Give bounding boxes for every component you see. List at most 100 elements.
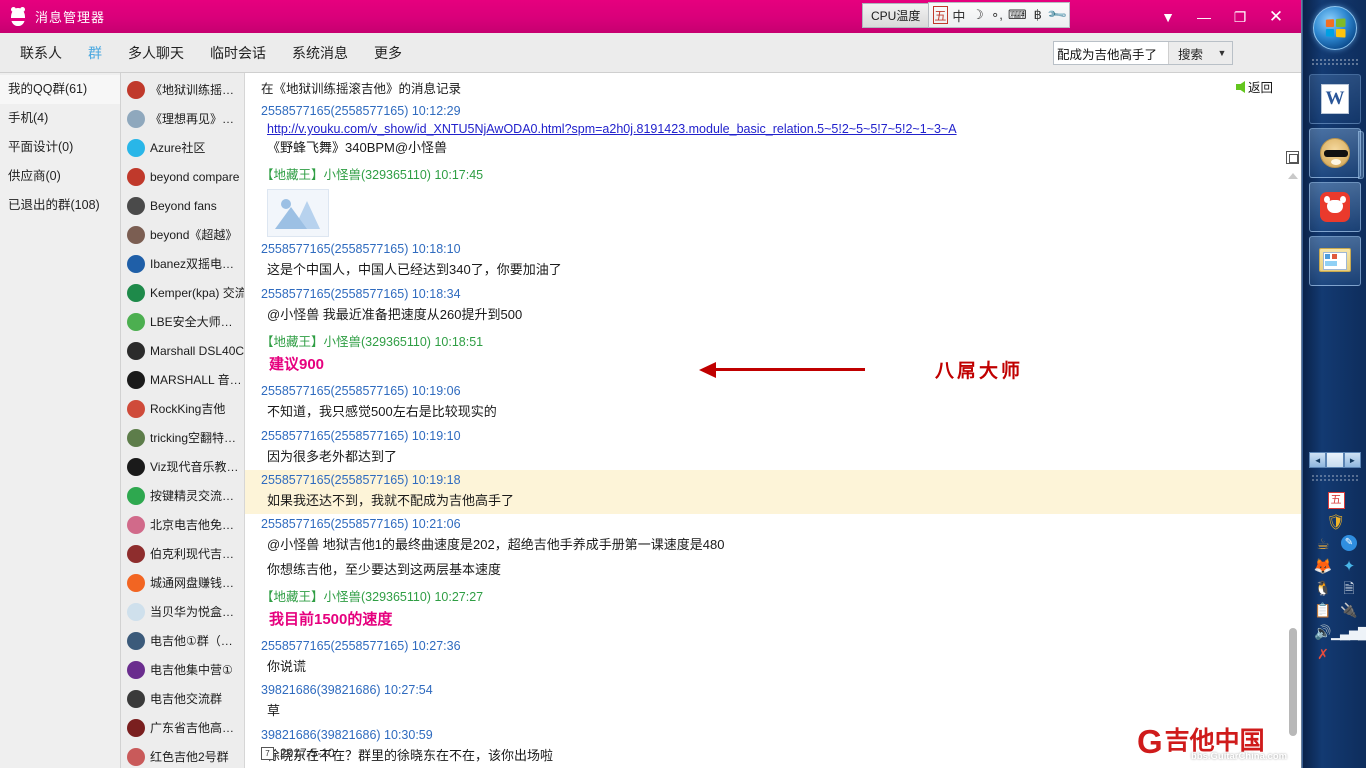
ime-halfwidth-icon[interactable]: ☽ — [970, 5, 986, 25]
tray-pen-icon[interactable]: ✎ — [1341, 535, 1357, 551]
folder-icon — [1319, 248, 1351, 274]
message-sender: 2558577165(2558577165) — [261, 639, 409, 653]
tray-shield-icon[interactable]: 🛡 — [1326, 513, 1345, 531]
group-avatar-icon — [127, 515, 145, 534]
group-list-item[interactable]: LBE安全大师… — [121, 307, 244, 336]
restore-button[interactable]: ❐ — [1227, 6, 1253, 28]
tray-fox-icon[interactable]: 🦊 — [1314, 557, 1333, 575]
minimize-button[interactable]: — — [1191, 6, 1217, 28]
tray-clipboard-icon[interactable]: 📋 — [1314, 601, 1332, 619]
message-sender-time: 【地藏王】小怪兽(329365110) 10:17:45 — [245, 161, 1301, 185]
message-time: 10:19:18 — [411, 472, 461, 487]
message-sender-time: 2558577165(2558577165) 10:27:36 — [245, 636, 1301, 655]
message-list[interactable]: 2558577165(2558577165) 10:12:29 http://v.… — [245, 101, 1301, 768]
taskbar-red-app[interactable] — [1309, 182, 1361, 232]
category-item-1[interactable]: 手机(4) — [0, 104, 120, 133]
group-list-item[interactable]: RockKing吉他 — [121, 394, 244, 423]
taskbar-doge-app[interactable] — [1309, 128, 1364, 179]
close-button[interactable]: ✕ — [1263, 6, 1289, 28]
tray-nav-right[interactable]: ► — [1343, 452, 1361, 468]
tab-5[interactable]: 更多 — [374, 43, 402, 63]
group-list-item[interactable]: tricking空翻特… — [121, 423, 244, 452]
ime-punctuation-icon[interactable]: ∘, — [989, 5, 1005, 25]
group-list-item[interactable]: Kemper(kpa) 交流 — [121, 278, 244, 307]
taskbar-explorer[interactable] — [1309, 236, 1361, 286]
group-list-item[interactable]: Viz现代音乐教… — [121, 452, 244, 481]
window-menu-dropdown[interactable]: ▼ — [1155, 6, 1181, 28]
group-list-item[interactable]: 电吉他集中营① — [121, 655, 244, 684]
tab-1[interactable]: 群 — [88, 43, 102, 63]
tray-ime-icon[interactable]: 五 — [1327, 492, 1345, 509]
group-list-item[interactable]: 城通网盘赚钱… — [121, 568, 244, 597]
tray-overflow-nav[interactable]: ◄ ► — [1309, 452, 1361, 468]
tray-cup-icon[interactable]: ☕ — [1314, 535, 1332, 553]
group-list-item[interactable]: beyond《超越》 — [121, 220, 244, 249]
tray-document-icon[interactable]: 🗎 — [1340, 579, 1358, 597]
category-item-3[interactable]: 供应商(0) — [0, 162, 120, 191]
message-time: 10:21:06 — [411, 517, 461, 532]
message-sender: 39821686(39821686) — [261, 683, 381, 698]
message-sender-time: 2558577165(2558577165) 10:18:10 — [245, 239, 1301, 258]
group-list-item[interactable]: Ibanez双摇电… — [121, 249, 244, 278]
tray-disconnected-icon[interactable]: ✗ — [1314, 645, 1332, 663]
restore-pane-icon[interactable] — [1286, 151, 1299, 164]
category-item-4[interactable]: 已退出的群(108) — [0, 191, 120, 220]
group-list-item[interactable]: 红色吉他2号群 — [121, 742, 244, 768]
group-avatar-icon — [127, 196, 145, 215]
group-list-item[interactable]: Azure社区 — [121, 133, 244, 162]
ime-language-bar[interactable]: 五中 ☽ ∘, ⌨ ฿ 🔧 — [928, 2, 1070, 28]
ime-chinese-mode-icon[interactable]: 中 — [951, 5, 967, 25]
search-input[interactable] — [1054, 42, 1168, 64]
group-list-item[interactable]: 按键精灵交流… — [121, 481, 244, 510]
windows-taskbar: W ◄ ► 五 🛡 ☕ ✎ 🦊 ✦ 🐧 🗎 📋 🔌 🔊 ▁▃▅▇ ✗ — [1302, 0, 1366, 768]
ime-handwriting-icon[interactable]: ฿ — [1030, 5, 1046, 25]
taskbar-word[interactable]: W — [1309, 74, 1361, 124]
chat-scrollbar-thumb[interactable] — [1289, 628, 1297, 736]
ime-soft-keyboard-icon[interactable]: ⌨ — [1008, 5, 1027, 25]
message-link[interactable]: http://v.youku.com/v_show/id_XNTU5NjAwOD… — [245, 120, 1301, 136]
ime-logo-icon[interactable]: 五 — [933, 6, 948, 24]
group-list-item[interactable]: 电吉他①群（… — [121, 626, 244, 655]
group-list-item[interactable]: Beyond fans — [121, 191, 244, 220]
message-group: 2558577165(2558577165) 10:19:18 如果我还达不到，我… — [245, 469, 1301, 515]
group-name-label: RockKing吉他 — [150, 402, 226, 416]
message-body-line2: 你想练吉他，至少要达到这两层基本速度 — [267, 561, 502, 577]
group-name-label: beyond《超越》 — [150, 228, 238, 242]
taskbar-grip[interactable] — [1311, 58, 1359, 67]
tray-nav-left[interactable]: ◄ — [1309, 452, 1327, 468]
group-list-item[interactable]: 当贝华为悦盒… — [121, 597, 244, 626]
tray-network-icon[interactable]: ▁▃▅▇ — [1331, 623, 1366, 641]
search-box[interactable]: 搜索 ▼ — [1053, 41, 1233, 65]
group-list-item[interactable]: 电吉他交流群 — [121, 684, 244, 713]
start-orb-button[interactable] — [1313, 6, 1357, 50]
tab-3[interactable]: 临时会话 — [210, 43, 266, 63]
group-list-item[interactable]: 《理想再见》… — [121, 104, 244, 133]
tray-qq-icon[interactable]: 🐧 — [1314, 579, 1332, 597]
group-list-item[interactable]: Marshall DSL40C — [121, 336, 244, 365]
tab-4[interactable]: 系统消息 — [292, 43, 348, 63]
group-list-item[interactable]: 北京电吉他免… — [121, 510, 244, 539]
broken-image-placeholder-icon[interactable] — [267, 189, 329, 238]
search-options-chevron-down-icon[interactable]: ▼ — [1212, 42, 1232, 64]
tray-grip[interactable] — [1311, 474, 1359, 482]
chat-scrollbar[interactable] — [1289, 173, 1297, 750]
window-controls: ▼ — ❐ ✕ — [1155, 0, 1297, 33]
tray-swirl-icon[interactable]: ✦ — [1340, 557, 1358, 575]
tab-0[interactable]: 联系人 — [20, 43, 62, 63]
category-item-0[interactable]: 我的QQ群(61) — [0, 75, 120, 104]
group-list-item[interactable]: beyond compare — [121, 162, 244, 191]
ime-settings-icon[interactable]: 🔧 — [1044, 2, 1069, 28]
group-list-item[interactable]: MARSHALL 音… — [121, 365, 244, 394]
return-button[interactable]: 返回 — [1235, 77, 1273, 96]
tab-2[interactable]: 多人聊天 — [128, 43, 184, 63]
category-item-2[interactable]: 平面设计(0) — [0, 133, 120, 162]
tray-volume-icon[interactable]: 🔊 — [1314, 623, 1332, 641]
search-button[interactable]: 搜索 — [1168, 42, 1212, 64]
chat-record-panel: 在《地狱训练摇滚吉他》的消息记录 返回 2558577165(255857716… — [245, 73, 1301, 768]
group-list-item[interactable]: 《地狱训练摇… — [121, 75, 244, 104]
return-label: 返回 — [1247, 81, 1273, 95]
tray-nav-middle[interactable] — [1326, 452, 1344, 468]
tray-usb-safe-icon[interactable]: 🔌 — [1340, 601, 1358, 619]
group-list-item[interactable]: 伯克利现代吉… — [121, 539, 244, 568]
group-list-item[interactable]: 广东省吉他高… — [121, 713, 244, 742]
